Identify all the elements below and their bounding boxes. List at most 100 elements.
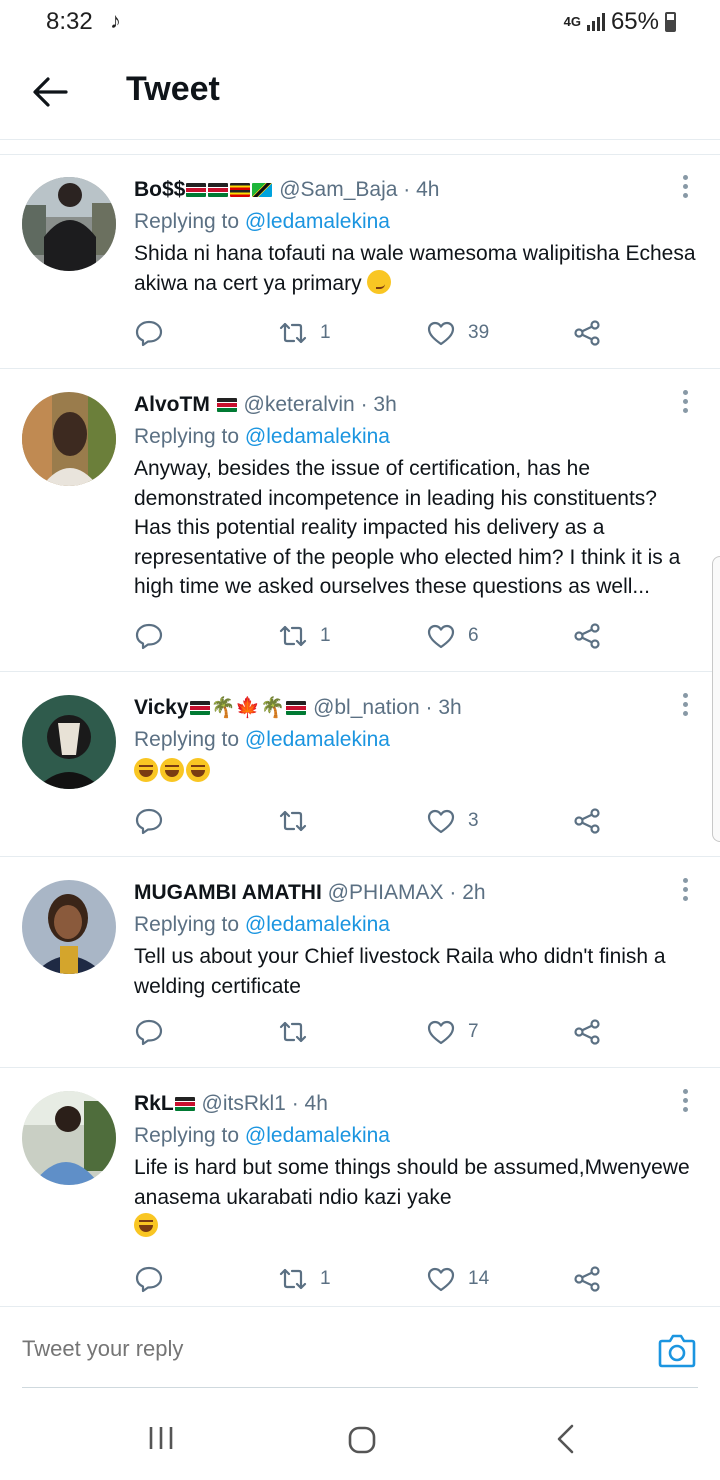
- retweet-button[interactable]: 1: [278, 317, 331, 349]
- page-title: Tweet: [126, 70, 220, 108]
- tweet-body: RkL @itsRkl1 · 4h Replying to @ledamalek…: [134, 1089, 700, 1242]
- share-button[interactable]: [572, 317, 602, 349]
- kenya-flag-icon: [216, 398, 237, 412]
- tweet-actions: 1 6: [134, 620, 614, 652]
- battery-percent: 65%: [610, 8, 659, 35]
- more-vertical-icon[interactable]: [680, 1089, 690, 1115]
- retweet-icon: [279, 810, 307, 832]
- author-handle[interactable]: @itsRkl1: [202, 1092, 286, 1115]
- more-vertical-icon[interactable]: [680, 390, 690, 416]
- tweet-header: MUGAMBI AMATHI @PHIAMAX · 2h: [134, 878, 700, 908]
- tweet-item[interactable]: AlvoTM @keteralvin · 3h Replying to @led…: [0, 370, 720, 672]
- retweet-icon: [279, 322, 307, 344]
- replying-to: Replying to @ledamalekina: [134, 207, 700, 237]
- scrollbar-handle[interactable]: [712, 556, 720, 842]
- author-name[interactable]: Bo$$: [134, 178, 185, 201]
- tweet-time[interactable]: 4h: [305, 1092, 328, 1115]
- author-name[interactable]: RkL: [134, 1092, 174, 1115]
- like-button[interactable]: 3: [426, 805, 479, 837]
- tweet-item[interactable]: Bo$$ @Sam_Baja · 4h Replying to @ledamal…: [0, 155, 720, 369]
- retweet-button[interactable]: [278, 805, 320, 837]
- kenya-flag-icon: [286, 701, 307, 715]
- tweet-time[interactable]: 2h: [462, 881, 485, 904]
- share-button[interactable]: [572, 805, 602, 837]
- retweet-count: 1: [320, 625, 331, 646]
- more-vertical-icon[interactable]: [680, 878, 690, 904]
- mention-link[interactable]: @ledamalekina: [245, 913, 390, 936]
- share-button[interactable]: [572, 1263, 602, 1295]
- system-nav-bar: [0, 1392, 720, 1480]
- status-bar: 8:32 ♪ 4G 65%: [0, 0, 720, 46]
- avatar[interactable]: [22, 177, 116, 271]
- tweet-item[interactable]: MUGAMBI AMATHI @PHIAMAX · 2h Replying to…: [0, 858, 720, 1068]
- avatar[interactable]: [22, 1091, 116, 1185]
- mention-link[interactable]: @ledamalekina: [245, 1124, 390, 1147]
- reply-input[interactable]: [22, 1336, 522, 1362]
- heart-icon: [427, 1020, 455, 1045]
- back-chevron-icon[interactable]: [554, 1424, 576, 1454]
- tweet-item[interactable]: Vicky 🌴🍁🌴 @bl_nation · 3h Replying to @le…: [0, 673, 720, 857]
- replying-to-label: Replying to: [134, 210, 240, 233]
- tweet-body: AlvoTM @keteralvin · 3h Replying to @led…: [134, 390, 700, 602]
- tweet-actions: 3: [134, 805, 614, 837]
- author-handle[interactable]: @Sam_Baja: [279, 178, 397, 201]
- avatar[interactable]: [22, 392, 116, 486]
- battery-icon: [665, 12, 676, 32]
- retweet-button[interactable]: 1: [278, 620, 331, 652]
- replies-feed[interactable]: Bo$$ @Sam_Baja · 4h Replying to @ledamal…: [0, 154, 720, 1307]
- author-name-flags: [185, 178, 273, 201]
- author-handle[interactable]: @bl_nation: [313, 696, 420, 719]
- reply-button[interactable]: [134, 1016, 164, 1048]
- heart-icon: [427, 1267, 455, 1292]
- camera-icon[interactable]: [658, 1332, 696, 1368]
- home-icon[interactable]: [348, 1426, 376, 1454]
- replying-to-label: Replying to: [134, 425, 240, 448]
- laughing-emoji-icon: [160, 758, 184, 782]
- reply-button[interactable]: [134, 317, 164, 349]
- author-name[interactable]: MUGAMBI AMATHI: [134, 881, 322, 904]
- separator-dot: ·: [403, 178, 411, 201]
- reply-button[interactable]: [134, 620, 164, 652]
- maple-leaf-icon: 🍁: [235, 697, 261, 719]
- kenya-flag-icon: [186, 183, 207, 197]
- reply-button[interactable]: [134, 1263, 164, 1295]
- like-button[interactable]: 14: [426, 1263, 489, 1295]
- retweet-button[interactable]: 1: [278, 1263, 331, 1295]
- heart-icon: [427, 321, 455, 346]
- author-handle[interactable]: @PHIAMAX: [328, 881, 444, 904]
- more-vertical-icon[interactable]: [680, 175, 690, 201]
- more-vertical-icon[interactable]: [680, 693, 690, 719]
- like-button[interactable]: 39: [426, 317, 489, 349]
- author-name-emojis: 🌴🍁🌴: [189, 696, 308, 719]
- mention-link[interactable]: @ledamalekina: [245, 728, 390, 751]
- replying-to: Replying to @ledamalekina: [134, 725, 700, 755]
- share-button[interactable]: [572, 1016, 602, 1048]
- mention-link[interactable]: @ledamalekina: [245, 210, 390, 233]
- network-type: 4G: [563, 14, 581, 29]
- avatar[interactable]: [22, 880, 116, 974]
- mention-link[interactable]: @ledamalekina: [245, 425, 390, 448]
- recent-apps-icon[interactable]: [147, 1426, 175, 1450]
- tweet-time[interactable]: 3h: [373, 393, 396, 416]
- tweet-time[interactable]: 3h: [438, 696, 461, 719]
- like-count: 14: [468, 1268, 490, 1289]
- kenya-flag-icon: [174, 1097, 195, 1111]
- retweet-button[interactable]: [278, 1016, 320, 1048]
- avatar[interactable]: [22, 695, 116, 789]
- like-button[interactable]: 6: [426, 620, 479, 652]
- like-button[interactable]: 7: [426, 1016, 479, 1048]
- laughing-emoji-icon: [186, 758, 210, 782]
- share-button[interactable]: [572, 620, 602, 652]
- tweet-time[interactable]: 4h: [416, 178, 439, 201]
- share-icon: [574, 623, 600, 649]
- author-name[interactable]: AlvoTM: [134, 393, 210, 416]
- author-handle[interactable]: @keteralvin: [244, 393, 355, 416]
- tweet-header: Vicky 🌴🍁🌴 @bl_nation · 3h: [134, 693, 700, 723]
- arrow-left-icon[interactable]: [30, 72, 70, 112]
- tanzania-flag-icon: [252, 183, 273, 197]
- reply-button[interactable]: [134, 805, 164, 837]
- separator-dot: ·: [360, 393, 368, 416]
- tweet-item[interactable]: RkL @itsRkl1 · 4h Replying to @ledamalek…: [0, 1069, 720, 1307]
- author-name[interactable]: Vicky: [134, 696, 189, 719]
- tweet-actions: 7: [134, 1016, 614, 1048]
